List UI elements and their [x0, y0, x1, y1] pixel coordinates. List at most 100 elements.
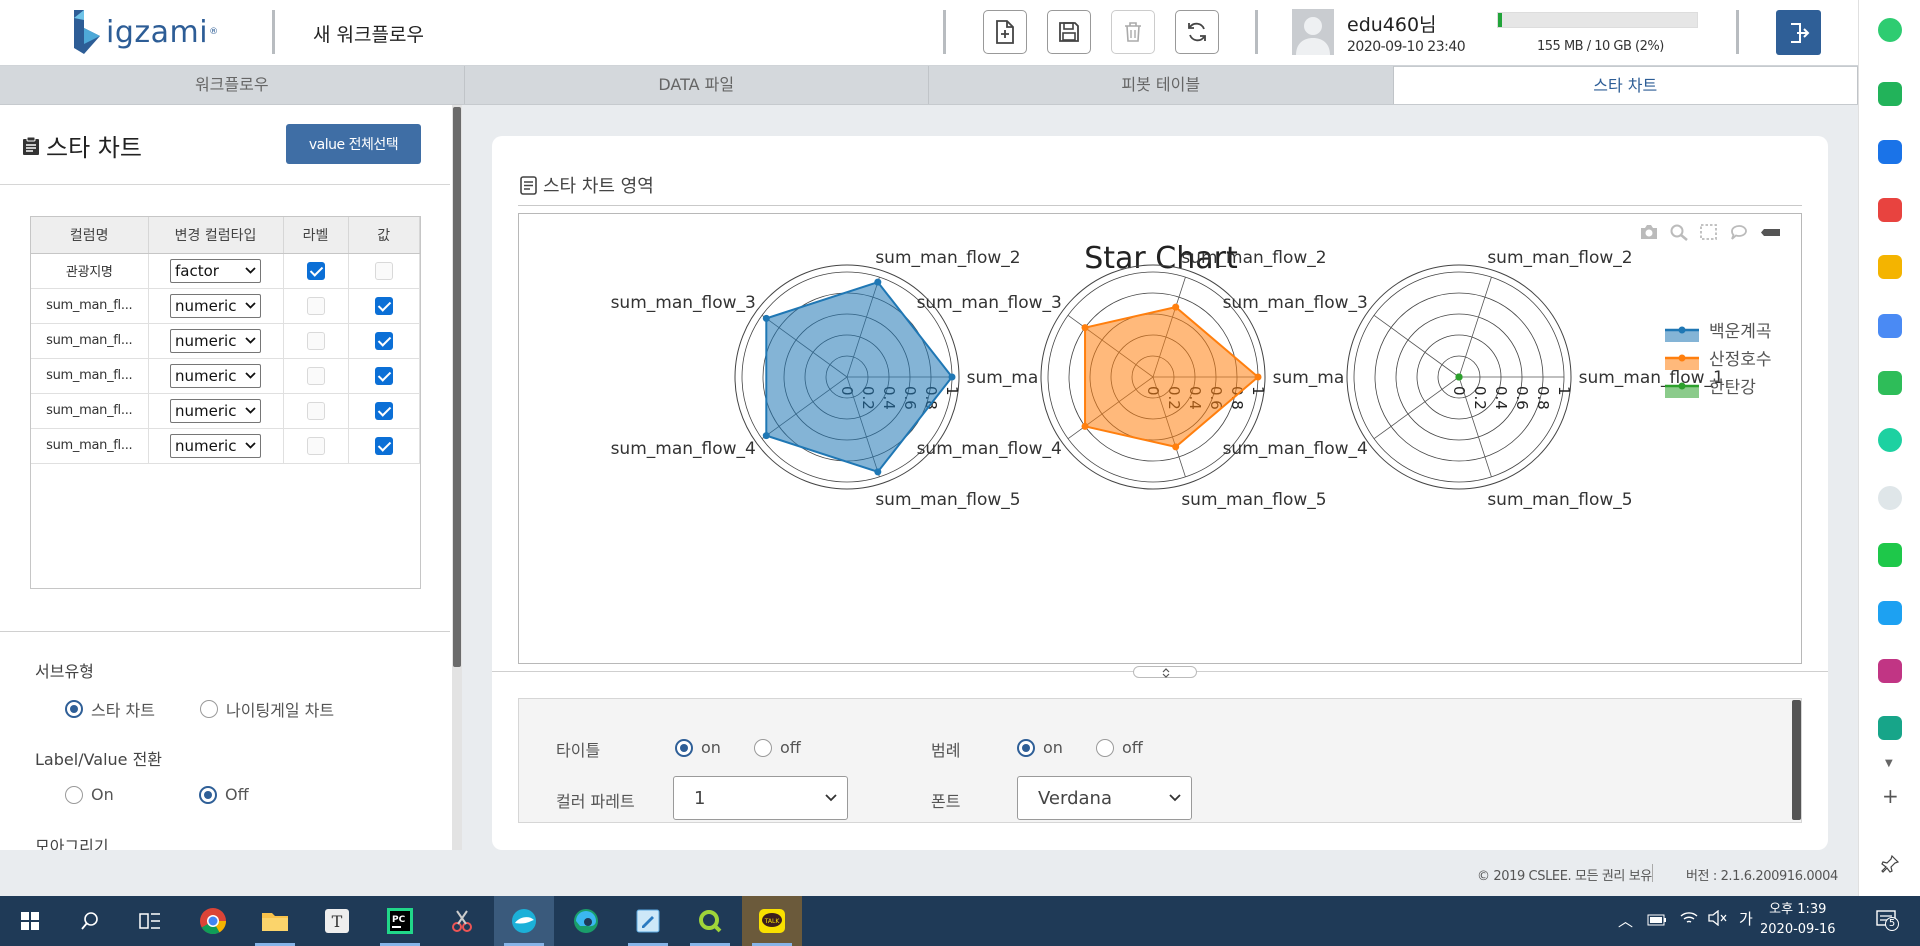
refresh-button[interactable] — [1175, 10, 1219, 54]
label-checkbox[interactable] — [306, 401, 325, 420]
sub-type-star-option[interactable]: 스타 차트 — [65, 697, 155, 721]
column-type-select[interactable]: numeric — [170, 398, 261, 423]
font-select[interactable]: Verdana — [1017, 776, 1192, 820]
column-type-select[interactable]: factor — [170, 258, 261, 283]
sidebar-calendar-icon[interactable] — [1878, 140, 1902, 164]
splitter-handle[interactable] — [1133, 666, 1197, 678]
title-off-option[interactable]: off — [754, 738, 801, 757]
sidebar-instagram-icon[interactable] — [1878, 659, 1902, 683]
radio-button[interactable] — [1096, 738, 1114, 757]
left-panel-scrollbar[interactable] — [452, 105, 462, 850]
save-button[interactable] — [1047, 10, 1091, 54]
label-value-off-option[interactable]: Off — [199, 785, 249, 804]
label-checkbox[interactable] — [306, 296, 325, 315]
kakaotalk-icon[interactable]: TALK — [742, 896, 802, 946]
notification-center-icon[interactable]: 5 — [1875, 908, 1899, 936]
value-checkbox[interactable] — [374, 331, 393, 350]
taskbar-clock[interactable]: 오후 1:39 2020-09-16 — [1760, 900, 1836, 940]
snipping-tool-icon[interactable] — [432, 896, 492, 946]
wifi-icon[interactable] — [1680, 910, 1698, 930]
windows-start-icon[interactable] — [0, 896, 60, 946]
file-explorer-icon[interactable] — [245, 896, 305, 946]
value-checkbox[interactable] — [374, 366, 393, 385]
column-type-select[interactable]: numeric — [170, 433, 261, 458]
tab-pivot-table[interactable]: 피봇 테이블 — [929, 66, 1394, 104]
whale-browser-icon[interactable] — [494, 896, 554, 946]
label-value-on-option[interactable]: On — [65, 785, 114, 804]
radio-button[interactable] — [65, 785, 83, 804]
select-all-values-button[interactable]: value 전체선택 — [286, 124, 421, 164]
radio-button[interactable] — [199, 785, 217, 804]
sidebar-pin-icon[interactable] — [1881, 854, 1900, 878]
sidebar-papago-icon[interactable] — [1878, 716, 1902, 740]
color-palette-select[interactable]: 1 — [673, 776, 848, 820]
tab-data-file[interactable]: DATA 파일 — [465, 66, 929, 104]
radio-button[interactable] — [65, 700, 83, 718]
volume-muted-icon[interactable] — [1708, 909, 1728, 930]
workflow-title[interactable]: 새 워크플로우 — [313, 20, 424, 47]
star-chart-plot[interactable]: Star Chart00.20.40.60.81sum_masum_man_fl… — [518, 213, 1802, 664]
tray-chevron-up-icon[interactable]: ︿ — [1618, 910, 1633, 931]
sidebar-add-icon[interactable]: + — [1882, 784, 1899, 808]
value-checkbox[interactable] — [374, 436, 393, 455]
typora-icon[interactable]: T — [307, 896, 367, 946]
sidebar-avatar-icon[interactable] — [1878, 486, 1902, 510]
radial-tick-label: 1 — [1555, 386, 1573, 396]
new-file-button[interactable] — [983, 10, 1027, 54]
label-checkbox[interactable] — [306, 331, 325, 350]
tab-workflow[interactable]: 워크플로우 — [0, 66, 465, 104]
column-type-select[interactable]: numeric — [170, 363, 261, 388]
notepad-app-icon[interactable] — [618, 896, 678, 946]
table-row: sum_man_fl... numeric — [31, 323, 420, 359]
title-on-option[interactable]: on — [675, 738, 721, 757]
sidebar-more-icon[interactable]: ▼ — [1885, 758, 1893, 769]
delete-button[interactable] — [1111, 10, 1155, 54]
sidebar-drive-icon[interactable] — [1878, 314, 1902, 338]
task-view-icon[interactable] — [120, 896, 180, 946]
label-checkbox[interactable] — [306, 366, 325, 385]
legend-on-option[interactable]: on — [1017, 738, 1063, 757]
main-tabs: 워크플로우 DATA 파일 피봇 테이블 스타 차트 — [0, 66, 1858, 105]
color-palette-label: 컬러 파레트 — [556, 792, 635, 811]
radio-button[interactable] — [200, 700, 218, 718]
sidebar-talk-icon[interactable] — [1878, 543, 1902, 567]
logout-button[interactable] — [1776, 10, 1821, 55]
qlik-icon[interactable] — [680, 896, 740, 946]
settings-scrollbar[interactable] — [1792, 700, 1801, 820]
bigzami-logo[interactable]: igzami ® — [70, 8, 218, 56]
battery-icon[interactable] — [1647, 912, 1667, 930]
panel-divider — [0, 631, 450, 632]
column-type-select[interactable]: numeric — [170, 293, 261, 318]
scrollbar-thumb[interactable] — [453, 107, 461, 667]
value-checkbox[interactable] — [374, 401, 393, 420]
ime-indicator[interactable]: 가 — [1739, 908, 1753, 929]
sidebar-pocket-icon[interactable] — [1878, 198, 1902, 222]
tab-star-chart[interactable]: 스타 차트 — [1393, 66, 1858, 104]
legend-off-option[interactable]: off — [1096, 738, 1143, 757]
user-avatar[interactable] — [1292, 9, 1334, 55]
sub-type-nightingale-option[interactable]: 나이팅게일 차트 — [200, 697, 334, 721]
value-checkbox[interactable] — [374, 296, 393, 315]
value-checkbox[interactable] — [374, 261, 393, 280]
edge-icon[interactable] — [556, 896, 616, 946]
sidebar-whale-icon[interactable] — [1878, 18, 1902, 42]
column-type-select[interactable]: numeric — [170, 328, 261, 353]
sidebar-play-icon[interactable] — [1878, 428, 1902, 452]
chrome-icon[interactable] — [183, 896, 243, 946]
sidebar-notification-icon[interactable] — [1878, 82, 1902, 106]
logo-text: igzami — [106, 14, 209, 50]
panel-title-text: 스타 차트 — [46, 134, 142, 162]
radio-button[interactable] — [675, 738, 693, 757]
label-checkbox[interactable] — [306, 436, 325, 455]
header-divider — [1736, 10, 1739, 54]
sidebar-twitter-icon[interactable] — [1878, 601, 1902, 625]
radio-button[interactable] — [754, 738, 772, 757]
radio-button[interactable] — [1017, 738, 1035, 757]
search-icon[interactable] — [60, 896, 120, 946]
logo-b-icon — [70, 8, 104, 56]
table-row: sum_man_fl... numeric — [31, 428, 420, 464]
pycharm-icon[interactable]: PC — [370, 896, 430, 946]
sidebar-star-icon[interactable] — [1878, 255, 1902, 279]
label-checkbox[interactable] — [306, 261, 325, 280]
sidebar-app-icon[interactable] — [1878, 371, 1902, 395]
